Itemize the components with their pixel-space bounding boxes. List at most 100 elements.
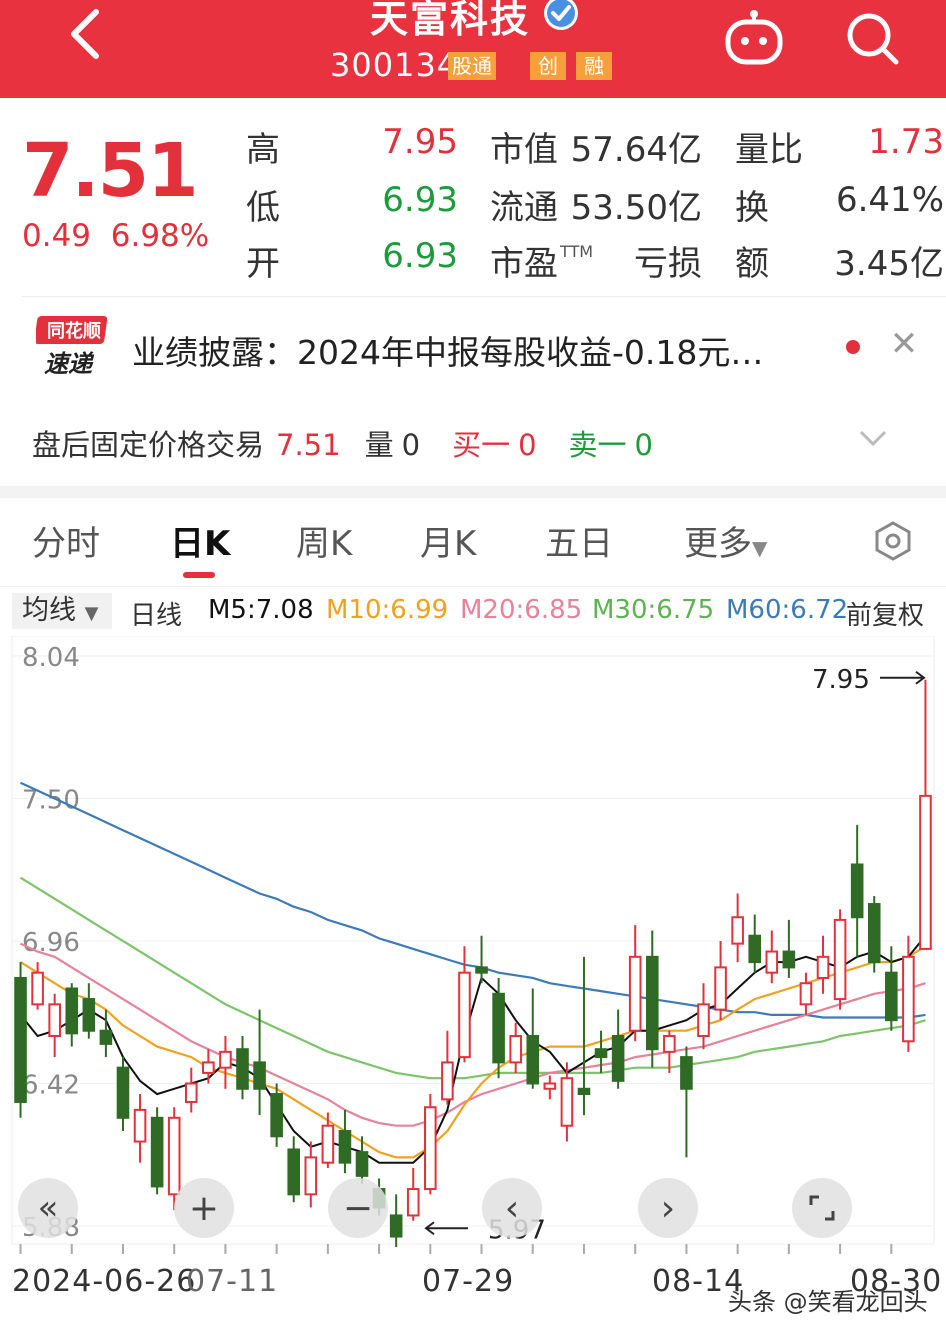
quote-value: 53.50亿: [570, 188, 702, 228]
candle-body: [321, 1124, 335, 1164]
candle-body: [99, 1029, 113, 1045]
tab-more-label: 更多: [684, 524, 752, 564]
candle-body: [850, 863, 864, 919]
price-adjustment[interactable]: 前复权: [846, 595, 924, 632]
tag-stock-connect: 股通: [448, 52, 496, 80]
quote-value: 7.95: [382, 122, 458, 162]
chevron-down-icon[interactable]: [858, 426, 888, 450]
candle-body: [577, 1087, 591, 1096]
ask1-label: 卖一: [568, 428, 627, 462]
quote-value: 3.45亿: [834, 244, 944, 284]
after-hours-label: 盘后固定价格交易: [32, 428, 265, 462]
legend-m60: M60:6.72: [726, 595, 849, 625]
after-hours-row[interactable]: 盘后固定价格交易 7.51 量 0 买一 0 卖一 0: [32, 422, 661, 464]
indicator-select[interactable]: 均线 ▼: [12, 593, 112, 629]
date-label-2: 07-11: [186, 1264, 279, 1299]
fullscreen-button[interactable]: [792, 1178, 852, 1238]
quote-value: 6.93: [382, 180, 458, 220]
tab-monthly-k[interactable]: 月K: [420, 516, 476, 565]
quote-value: 6.41%: [835, 180, 944, 220]
candle-body: [816, 955, 830, 979]
caret-down-icon: ▼: [752, 536, 768, 560]
candle-body: [645, 955, 659, 1051]
logo-text-top: 同花顺: [47, 320, 101, 342]
candle-body: [731, 916, 744, 945]
watermark: 头条 @笑看龙回头: [728, 1288, 928, 1316]
candle-body: [663, 1035, 676, 1053]
high-marker-label: 7.95: [812, 665, 870, 695]
section-gap: [0, 486, 946, 498]
assistant-robot-icon[interactable]: [722, 8, 786, 68]
candle-body: [765, 950, 779, 974]
quote-value: 6.93: [382, 236, 458, 276]
y-tick-label: 7.50: [22, 786, 80, 816]
stock-code: 300134: [330, 46, 459, 84]
legend-m30: M30:6.75: [592, 595, 715, 625]
pan-left-button[interactable]: ‹: [482, 1178, 542, 1238]
price-change: 0.49 6.98%: [22, 218, 209, 254]
candle-body: [116, 1066, 130, 1119]
tab-daily-k[interactable]: 日K: [170, 516, 230, 565]
tab-more[interactable]: 更多▼: [684, 516, 767, 565]
candle-body: [65, 987, 79, 1035]
candlestick-chart[interactable]: 8.047.506.966.425.887.955.97: [0, 636, 946, 1256]
candle-body: [14, 976, 27, 1103]
settings-hexagon-icon[interactable]: [872, 520, 914, 562]
change-percent: 6.98%: [110, 218, 210, 254]
zoom-in-button[interactable]: +: [174, 1178, 234, 1238]
y-tick-label: 8.04: [22, 643, 80, 673]
candle-body: [492, 992, 505, 1064]
tab-weekly-k[interactable]: 周K: [296, 516, 352, 565]
change-amount: 0.49: [22, 218, 92, 254]
quote-value: 1.73: [868, 122, 944, 162]
divider: [22, 296, 946, 297]
unread-dot: [846, 340, 860, 354]
ask1-value: 0: [634, 428, 653, 462]
candle-body: [458, 971, 471, 1059]
period-tabs: 分时 日K 周K 月K 五日 更多▼: [0, 516, 946, 578]
quote-label: 换: [735, 188, 769, 228]
search-icon[interactable]: [842, 8, 902, 68]
ma-legend: 均线 ▼ 日线 M5:7.08 M10:6.99 M20:6.85 M30:6.…: [0, 586, 946, 634]
candle-body: [48, 1003, 61, 1038]
candle-body: [594, 1048, 608, 1059]
quote-label: 高: [246, 130, 280, 170]
candle-body: [833, 918, 847, 1001]
ma60-line: [20, 781, 926, 1019]
plus-icon: +: [188, 1187, 220, 1229]
quote-label: 开: [246, 244, 280, 284]
candle-body: [526, 1035, 540, 1085]
ma30-line: [19, 876, 926, 1080]
candle-body: [31, 971, 44, 1006]
back-arrow-icon[interactable]: [58, 4, 114, 64]
legend-daily: 日线: [130, 601, 183, 631]
candle-body: [509, 1035, 522, 1064]
candle-body: [287, 1148, 301, 1196]
rewind-button[interactable]: «: [18, 1178, 78, 1238]
candle-body: [885, 971, 898, 1022]
fullscreen-icon: [809, 1195, 835, 1221]
bid1-label: 买一: [452, 428, 511, 462]
candle-body: [902, 955, 915, 1043]
candle-body: [919, 794, 932, 950]
pan-right-button[interactable]: ›: [638, 1178, 698, 1238]
candle-body: [167, 1116, 181, 1196]
candle-body: [543, 1082, 557, 1090]
quote-label: 市值: [490, 130, 558, 170]
tab-intraday[interactable]: 分时: [32, 516, 100, 565]
chevron-right-icon: ›: [660, 1187, 676, 1229]
quote-label: 低: [246, 188, 280, 228]
candle-body: [424, 1106, 437, 1191]
candle-body: [184, 1082, 198, 1103]
indicator-select-label: 均线: [22, 595, 76, 626]
quote-value: 57.64亿: [570, 130, 702, 170]
zoom-out-button[interactable]: −: [328, 1178, 388, 1238]
candle-body: [406, 1188, 420, 1217]
tab-five-day[interactable]: 五日: [545, 516, 613, 565]
candle-body: [782, 950, 796, 969]
close-icon[interactable]: ✕: [888, 326, 920, 362]
news-headline[interactable]: 业绩披露：2024年中报每股收益-0.18元…: [132, 326, 763, 374]
active-tab-indicator: [183, 572, 215, 578]
candle-body: [628, 955, 642, 1032]
volume-label: 量: [364, 428, 394, 462]
